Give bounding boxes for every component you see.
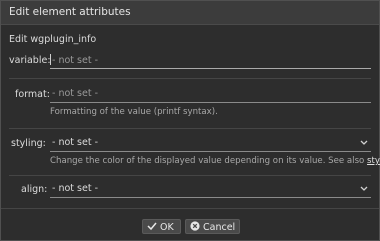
cancel-button[interactable]: Cancel (185, 219, 240, 234)
divider (9, 78, 371, 79)
dialog-heading: Edit wgplugin_info (9, 34, 97, 45)
styling-help-text: Change the color of the displayed value … (50, 156, 365, 166)
chevron-down-icon (360, 140, 368, 145)
cancel-label: Cancel (203, 222, 236, 233)
divider (9, 175, 371, 176)
variable-label: variable: (9, 55, 51, 66)
ok-label: OK (160, 222, 174, 233)
format-input[interactable]: - not set - (50, 88, 371, 103)
chevron-down-icon (360, 186, 368, 191)
format-help: Formatting of the value (printf syntax). (50, 107, 218, 117)
styling-help-link[interactable]: styling (367, 156, 380, 166)
variable-input[interactable]: - not set - (50, 54, 371, 69)
check-icon (147, 222, 157, 231)
ok-button[interactable]: OK (142, 219, 181, 234)
edit-attributes-dialog: Edit element attributes Edit wgplugin_in… (0, 0, 380, 241)
align-value: - not set - (52, 183, 98, 194)
styling-value: - not set - (52, 137, 98, 148)
align-label: align: (21, 184, 48, 195)
format-label: format: (15, 89, 50, 100)
divider (9, 128, 371, 129)
format-placeholder: - not set - (52, 88, 98, 99)
variable-placeholder: - not set - (52, 55, 98, 66)
button-bar-divider (1, 208, 379, 209)
titlebar[interactable]: Edit element attributes (1, 1, 379, 25)
styling-help: Change the color of the displayed value … (50, 156, 380, 166)
styling-select[interactable]: - not set - (50, 137, 371, 152)
text-cursor (50, 54, 51, 65)
align-select[interactable]: - not set - (50, 183, 371, 198)
dialog-title: Edit element attributes (9, 6, 131, 18)
styling-label: styling: (11, 138, 46, 149)
cancel-circle-icon (190, 221, 200, 231)
